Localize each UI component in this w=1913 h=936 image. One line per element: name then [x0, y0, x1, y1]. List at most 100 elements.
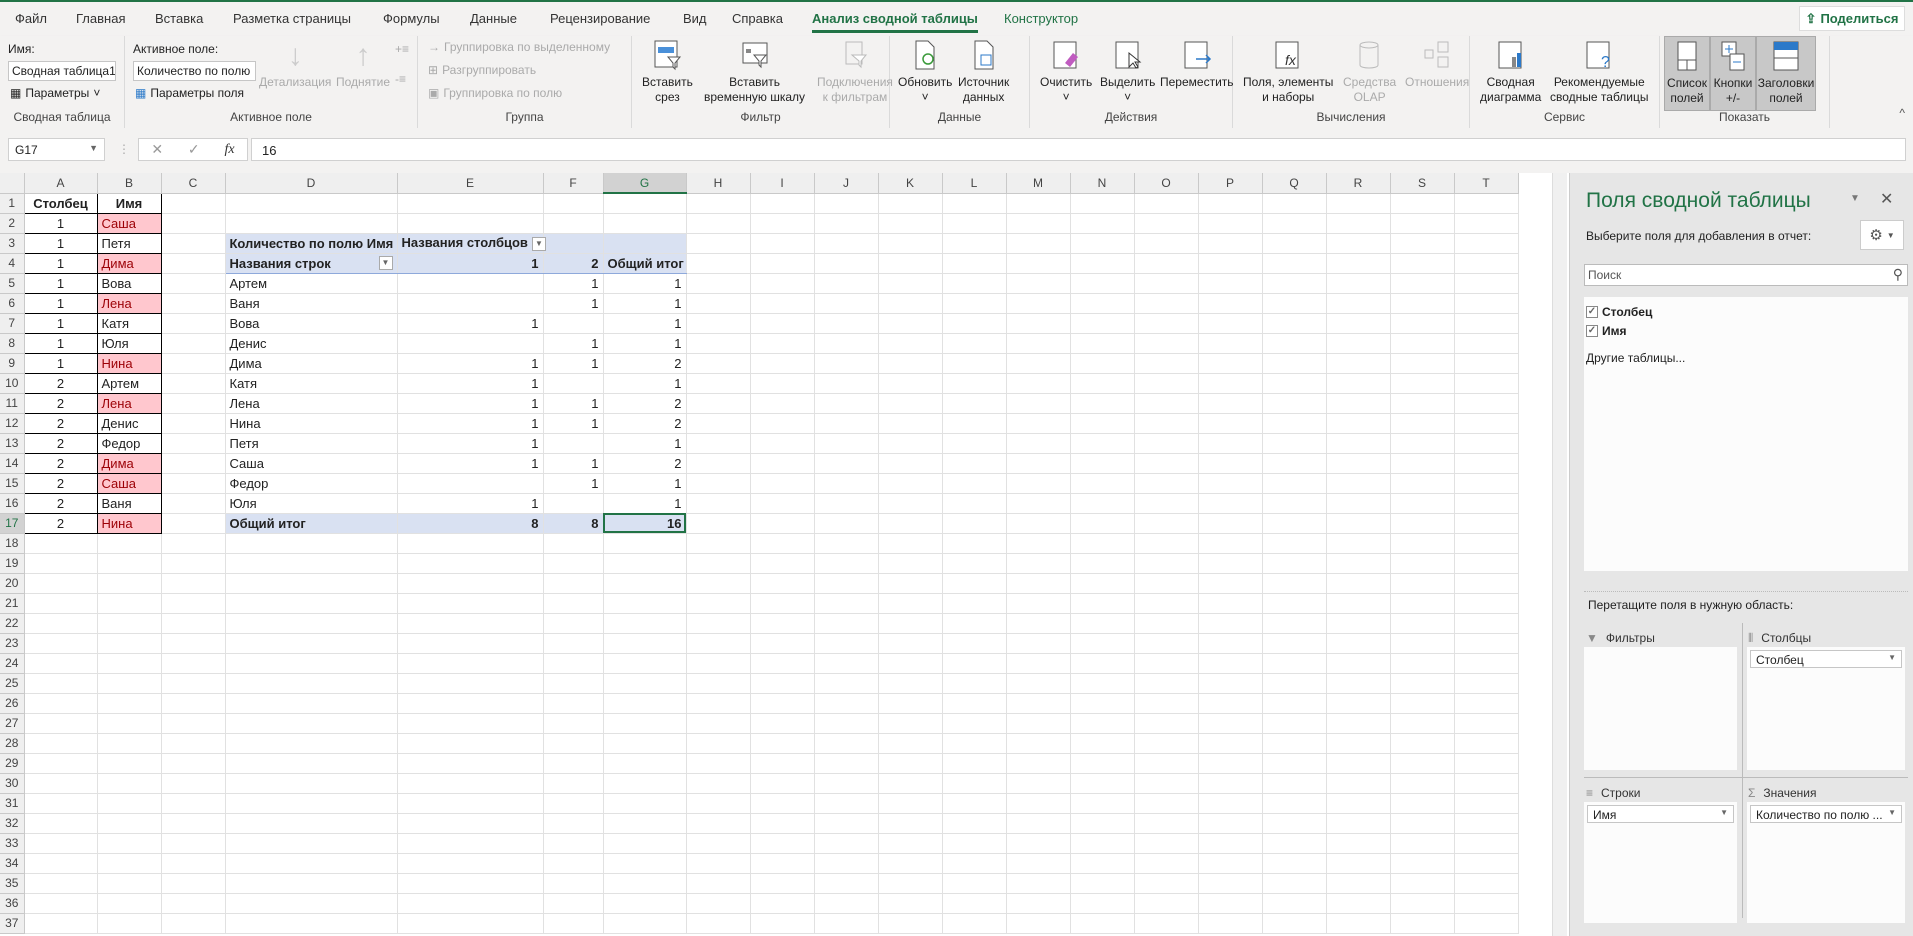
cell[interactable]	[942, 913, 1007, 934]
cell[interactable]	[24, 913, 98, 934]
cell[interactable]	[1262, 853, 1327, 874]
cell[interactable]	[1390, 473, 1455, 494]
cell[interactable]	[1390, 553, 1455, 574]
cell[interactable]	[1070, 233, 1135, 254]
cell[interactable]	[1326, 473, 1391, 494]
cell[interactable]	[161, 653, 226, 674]
cell[interactable]	[397, 593, 544, 614]
cell[interactable]	[686, 813, 751, 834]
row-header[interactable]: 17	[0, 513, 25, 534]
cell[interactable]	[24, 533, 98, 554]
cell[interactable]	[1454, 893, 1519, 914]
row-header[interactable]: 24	[0, 653, 25, 674]
cell[interactable]	[942, 373, 1007, 394]
cell[interactable]	[543, 633, 604, 654]
cell[interactable]: 1	[543, 273, 604, 294]
cell[interactable]	[1198, 773, 1263, 794]
cell[interactable]	[97, 673, 162, 694]
cell[interactable]	[942, 473, 1007, 494]
cell[interactable]	[1262, 373, 1327, 394]
insert-timeline-button[interactable]: Вставить временную шкалу	[704, 38, 805, 105]
cell[interactable]	[397, 553, 544, 574]
columns-area[interactable]: Столбец ▼	[1747, 647, 1905, 770]
cell[interactable]	[750, 373, 815, 394]
cell[interactable]	[1262, 413, 1327, 434]
cell[interactable]	[1326, 533, 1391, 554]
cell[interactable]: 16	[603, 512, 687, 534]
cell[interactable]: 1	[543, 453, 604, 474]
cell[interactable]	[1262, 873, 1327, 894]
cell[interactable]: Дима	[96, 452, 162, 474]
spreadsheet-grid[interactable]: A B C D E F G H I J K L M N O P Q R S T 1 Столбец Имя 2 1 Саша 3 1 П…	[0, 173, 1519, 934]
cell[interactable]	[397, 653, 544, 674]
cell[interactable]: 2	[603, 393, 687, 414]
cell[interactable]	[397, 813, 544, 834]
cell[interactable]: Артем	[225, 273, 398, 294]
cell[interactable]	[1006, 373, 1071, 394]
cell[interactable]	[161, 893, 226, 914]
cell[interactable]	[1262, 773, 1327, 794]
cell[interactable]	[1134, 193, 1199, 214]
row-header[interactable]: 14	[0, 453, 25, 474]
cell[interactable]	[225, 813, 398, 834]
tab-data[interactable]: Данные	[470, 11, 517, 26]
cell[interactable]	[97, 553, 162, 574]
drill-down-button[interactable]: ↓ Детализация	[259, 38, 331, 90]
tab-insert[interactable]: Вставка	[155, 11, 203, 26]
cell[interactable]	[1006, 553, 1071, 574]
cell[interactable]	[97, 573, 162, 594]
cell[interactable]	[750, 913, 815, 934]
values-area[interactable]: Количество по полю ... ▼	[1747, 802, 1905, 923]
cell[interactable]	[225, 773, 398, 794]
cell[interactable]	[1198, 373, 1263, 394]
cell[interactable]	[1134, 713, 1199, 734]
cell[interactable]	[1326, 713, 1391, 734]
column-header[interactable]: T	[1454, 173, 1519, 194]
cell[interactable]	[543, 373, 604, 394]
cell[interactable]	[1390, 393, 1455, 414]
cell[interactable]	[603, 653, 687, 674]
cell[interactable]	[878, 453, 943, 474]
cell[interactable]	[1134, 313, 1199, 334]
cell[interactable]: 1	[397, 393, 544, 414]
cell[interactable]	[1390, 893, 1455, 914]
cell[interactable]	[942, 393, 1007, 414]
cell[interactable]	[225, 633, 398, 654]
cell[interactable]	[397, 613, 544, 634]
cell[interactable]	[161, 813, 226, 834]
cell[interactable]	[225, 793, 398, 814]
cell[interactable]	[814, 273, 879, 294]
cell[interactable]: 1	[23, 352, 98, 374]
filter-connections-button[interactable]: Подключения к фильтрам	[817, 38, 893, 105]
cell[interactable]: Лена	[96, 392, 162, 414]
cell[interactable]	[1262, 733, 1327, 754]
cell[interactable]	[1134, 213, 1199, 234]
cell[interactable]	[942, 733, 1007, 754]
cell[interactable]	[1326, 813, 1391, 834]
cell[interactable]	[1134, 873, 1199, 894]
cell[interactable]	[543, 193, 604, 214]
cell[interactable]	[24, 733, 98, 754]
cell[interactable]	[397, 753, 544, 774]
cell[interactable]	[878, 233, 943, 254]
filter-dropdown-icon[interactable]: ▼	[378, 255, 393, 270]
cell[interactable]	[1454, 813, 1519, 834]
cell[interactable]	[543, 693, 604, 714]
cell[interactable]	[1198, 193, 1263, 214]
cell[interactable]	[543, 873, 604, 894]
cell[interactable]	[603, 733, 687, 754]
cell[interactable]	[750, 753, 815, 774]
cell[interactable]	[225, 673, 398, 694]
cell[interactable]	[1006, 313, 1071, 334]
cell[interactable]	[1006, 253, 1071, 274]
active-field-input[interactable]: Количество по полю	[133, 61, 256, 81]
cell[interactable]	[1134, 433, 1199, 454]
cell[interactable]	[878, 773, 943, 794]
cell[interactable]	[878, 373, 943, 394]
cell[interactable]	[1006, 693, 1071, 714]
cell[interactable]	[603, 673, 687, 694]
cell[interactable]	[97, 653, 162, 674]
row-header[interactable]: 29	[0, 753, 25, 774]
cell[interactable]	[161, 313, 226, 334]
row-header[interactable]: 35	[0, 873, 25, 894]
